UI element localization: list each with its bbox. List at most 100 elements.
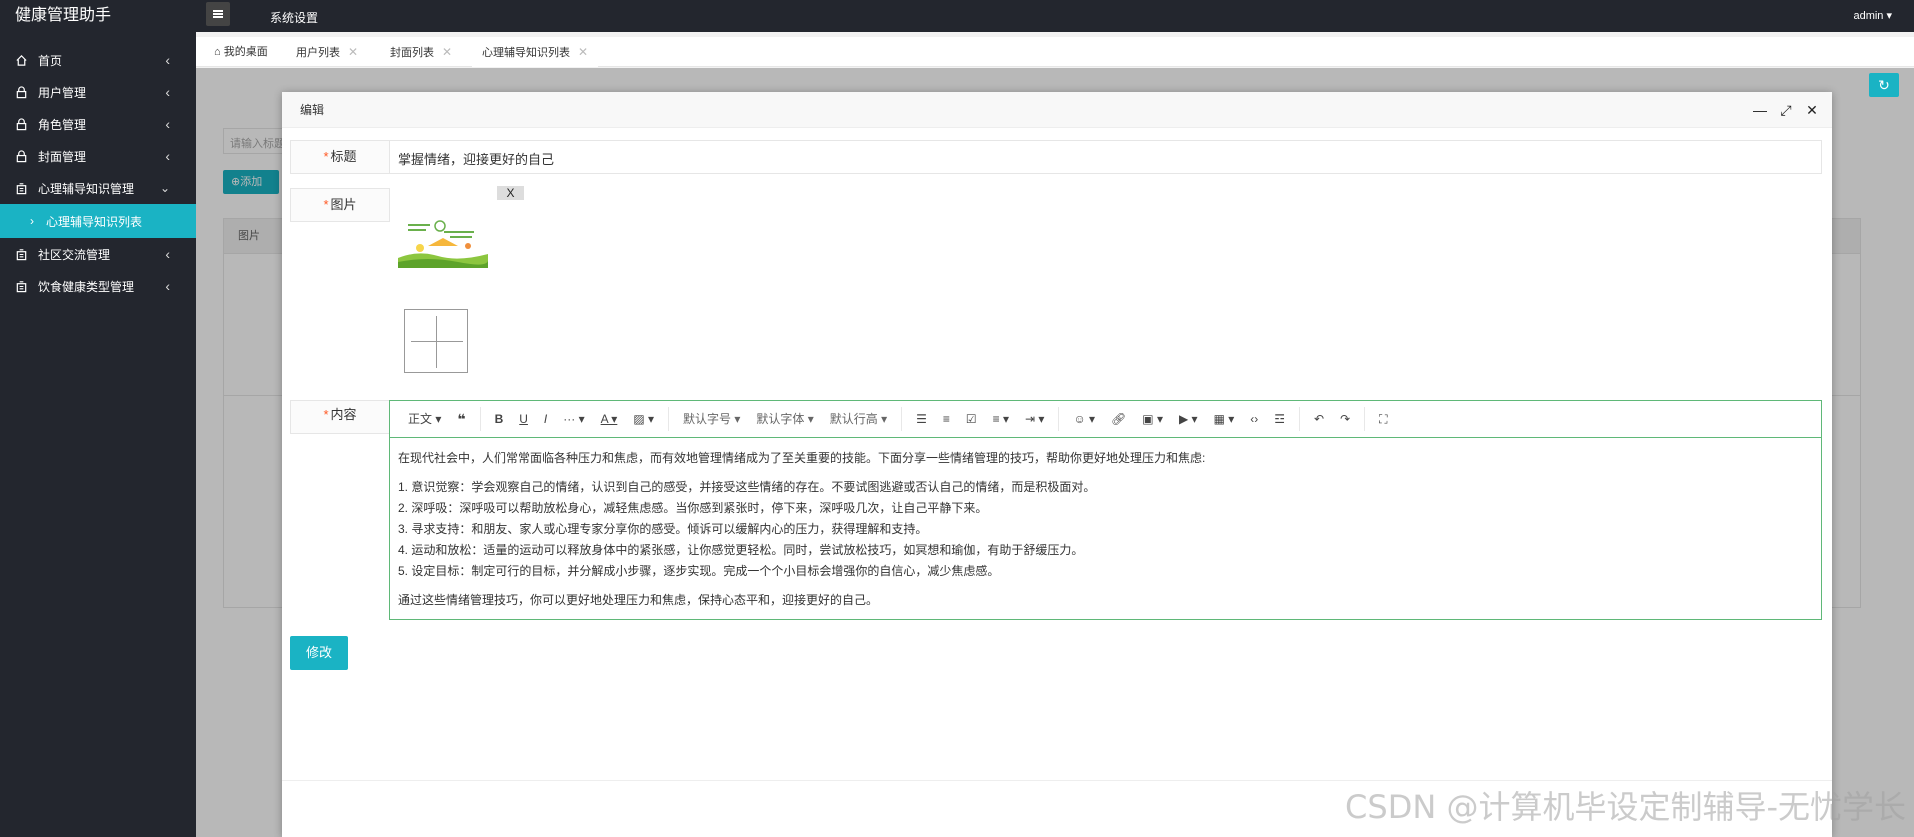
- modal-header: 编辑 — ⤢ ✕: [282, 92, 1832, 128]
- link-icon[interactable]: 🔗︎: [1103, 401, 1134, 438]
- toolbar-divider: [1058, 407, 1060, 431]
- redo-icon[interactable]: ↷: [1332, 401, 1358, 438]
- sidebar: 健康管理助手 首页 ‹ 用户管理 ‹ 角色管理 ‹ 封面管理 ‹ 心理辅导知识管…: [0, 0, 196, 837]
- required-mark: *: [323, 407, 329, 422]
- tab-user-list[interactable]: 用户列表 ✕: [286, 37, 368, 67]
- sidebar-item-label: 用户管理: [38, 85, 87, 100]
- tab-label: 我的桌面: [223, 46, 268, 58]
- background-color-icon[interactable]: ▨ ▾: [625, 401, 662, 438]
- tab-label: 封面列表: [390, 47, 434, 59]
- align-icon[interactable]: ≡ ▾: [985, 401, 1017, 438]
- quote-icon[interactable]: ❝: [449, 401, 473, 438]
- sidebar-item-label: 饮食健康类型管理: [38, 279, 135, 294]
- font-size-select[interactable]: 默认字号 ▾: [675, 401, 748, 438]
- toolbar-divider: [479, 407, 481, 431]
- chevron-left-icon: ‹: [165, 116, 170, 132]
- content-list: 1. 意识觉察：学会观察自己的情绪，认识到自己的感受，并接受这些情绪的存在。不要…: [398, 477, 1813, 582]
- modal-window-controls: — ⤢ ✕: [1752, 92, 1820, 128]
- underline-icon[interactable]: U: [511, 401, 536, 438]
- editor-toolbar: 正文 ▾ ❝ B U I ··· ▾ A ▾ ▨ ▾ 默认字号 ▾ 默认字体 ▾…: [390, 401, 1821, 438]
- emoji-icon[interactable]: ☺ ▾: [1065, 401, 1103, 438]
- edit-modal: 编辑 — ⤢ ✕ * 标题 掌握情绪，迎接更好的自己 * 图片 X * 内容 正…: [282, 92, 1832, 837]
- tab-desktop[interactable]: ⌂ 我的桌面: [204, 37, 278, 67]
- minimize-icon[interactable]: —: [1752, 92, 1768, 128]
- table-icon[interactable]: ▦ ▾: [1206, 401, 1243, 438]
- content-label: * 内容: [290, 400, 390, 434]
- bulleted-list-icon[interactable]: ☰: [908, 401, 935, 438]
- sidebar-item-roles[interactable]: 角色管理 ‹: [0, 108, 196, 140]
- sidebar-item-covers[interactable]: 封面管理 ‹: [0, 140, 196, 172]
- paragraph-format-select[interactable]: 正文 ▾: [400, 401, 449, 438]
- hamburger-icon: [213, 9, 223, 20]
- more-style-icon[interactable]: ··· ▾: [555, 401, 592, 438]
- lock-icon: [14, 149, 28, 163]
- sidebar-item-label: 首页: [38, 53, 63, 68]
- line-height-select[interactable]: 默认行高 ▾: [822, 401, 895, 438]
- sidebar-item-label: 封面管理: [38, 149, 87, 164]
- lock-icon: [14, 117, 28, 131]
- modal-footer-divider: [282, 780, 1832, 781]
- chevron-right-icon: ›: [30, 214, 34, 228]
- editor-content[interactable]: 在现代社会中，人们常常面临各种压力和焦虑，而有效地管理情绪成为了至关重要的技能。…: [390, 438, 1821, 629]
- building-icon: [14, 279, 28, 293]
- italic-icon[interactable]: I: [536, 401, 555, 438]
- submit-button[interactable]: 修改: [290, 636, 348, 670]
- toolbar-divider: [901, 407, 903, 431]
- fullscreen-icon[interactable]: ⛶: [1371, 401, 1395, 438]
- tab-cover-list[interactable]: 封面列表 ✕: [380, 37, 462, 67]
- lock-icon: [14, 85, 28, 99]
- sidebar-item-diet[interactable]: 饮食健康类型管理 ‹: [0, 270, 196, 302]
- maximize-icon[interactable]: ⤢: [1778, 92, 1794, 128]
- image-thumbnail: [398, 210, 488, 268]
- sidebar-item-home[interactable]: 首页 ‹: [0, 44, 196, 76]
- sidebar-item-label: 社区交流管理: [38, 247, 111, 262]
- chevron-left-icon: ‹: [165, 148, 170, 164]
- font-color-icon[interactable]: A ▾: [593, 401, 626, 438]
- close-icon[interactable]: ✕: [578, 45, 588, 59]
- image-label: * 图片: [290, 188, 390, 222]
- menu-toggle-button[interactable]: [206, 2, 230, 26]
- sidebar-subitem-psych-list[interactable]: › 心理辅导知识列表: [0, 204, 196, 238]
- toolbar-divider: [1364, 407, 1366, 431]
- user-menu[interactable]: admin ▾: [1853, 9, 1892, 22]
- tab-psych-list[interactable]: 心理辅导知识列表 ✕: [472, 37, 599, 67]
- remove-image-button[interactable]: X: [497, 186, 524, 200]
- indent-icon[interactable]: ⇥ ▾: [1017, 401, 1052, 438]
- close-icon[interactable]: ✕: [348, 45, 358, 59]
- home-icon: ⌂: [214, 46, 224, 58]
- sidebar-item-label: 角色管理: [38, 117, 87, 132]
- title-input[interactable]: 掌握情绪，迎接更好的自己: [389, 140, 1822, 174]
- bold-icon[interactable]: B: [487, 401, 512, 438]
- rich-text-editor: 正文 ▾ ❝ B U I ··· ▾ A ▾ ▨ ▾ 默认字号 ▾ 默认字体 ▾…: [389, 400, 1822, 620]
- image-upload-button[interactable]: [404, 309, 468, 373]
- undo-icon[interactable]: ↶: [1306, 401, 1332, 438]
- image-icon[interactable]: ▣ ▾: [1134, 401, 1171, 438]
- list-item: 5. 设定目标：制定可行的目标，并分解成小步骤，逐步实现。完成一个个小目标会增强…: [398, 564, 1000, 578]
- required-mark: *: [323, 149, 329, 164]
- system-settings-link[interactable]: 系统设置: [270, 9, 318, 26]
- video-icon[interactable]: ▶ ▾: [1171, 401, 1206, 438]
- refresh-button[interactable]: ↻: [1869, 73, 1899, 97]
- content-outro: 通过这些情绪管理技巧，你可以更好地处理压力和焦虑，保持心态平和，迎接更好的自己。: [398, 593, 879, 607]
- close-icon[interactable]: ✕: [1804, 92, 1820, 128]
- sidebar-item-users[interactable]: 用户管理 ‹: [0, 76, 196, 108]
- font-family-select[interactable]: 默认字体 ▾: [748, 401, 821, 438]
- building-icon: [14, 247, 28, 261]
- refresh-icon: ↻: [1878, 76, 1890, 93]
- list-item: 4. 运动和放松：适量的运动可以释放身体中的紧张感，让你感觉更轻松。同时，尝试放…: [398, 543, 1084, 557]
- todo-list-icon[interactable]: ☑: [958, 401, 985, 438]
- list-item: 1. 意识觉察：学会观察自己的情绪，认识到自己的感受，并接受这些情绪的存在。不要…: [398, 480, 1096, 494]
- tab-label: 用户列表: [296, 47, 340, 59]
- required-mark: *: [323, 197, 329, 212]
- tab-label: 心理辅导知识列表: [482, 47, 570, 59]
- close-icon[interactable]: ✕: [442, 45, 452, 59]
- divider-line-icon[interactable]: ☲: [1266, 401, 1293, 438]
- content-intro: 在现代社会中，人们常常面临各种压力和焦虑，而有效地管理情绪成为了至关重要的技能。…: [398, 451, 1206, 465]
- home-icon: [14, 53, 28, 67]
- sidebar-item-community[interactable]: 社区交流管理 ‹: [0, 238, 196, 270]
- sidebar-item-psych-knowledge[interactable]: 心理辅导知识管理 ⌄: [0, 172, 196, 204]
- building-icon: [14, 181, 28, 195]
- numbered-list-icon[interactable]: ≡: [935, 401, 958, 438]
- code-icon[interactable]: ‹›: [1242, 401, 1266, 438]
- app-title: 健康管理助手: [0, 0, 196, 32]
